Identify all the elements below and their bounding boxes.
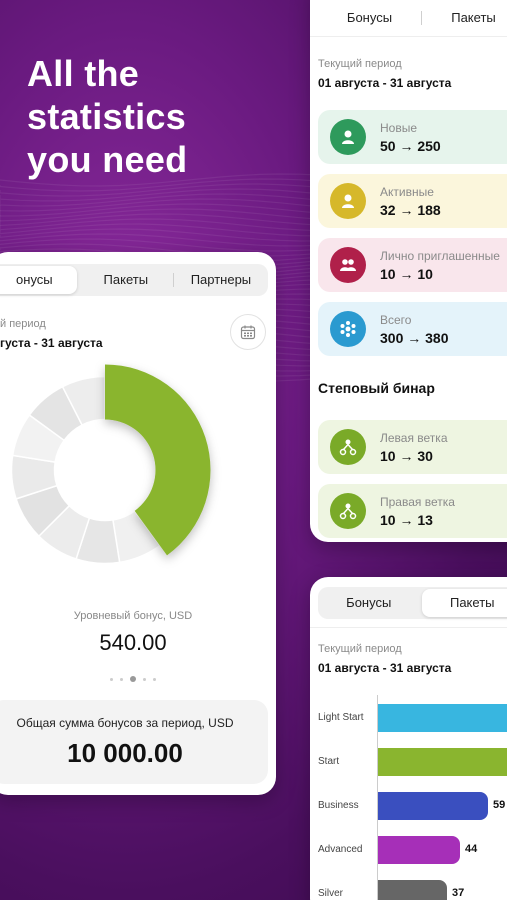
- page-dot[interactable]: [153, 677, 156, 681]
- tree-icon: [339, 438, 357, 456]
- bar-value-label: 37: [452, 887, 465, 899]
- bar-value-label: 59: [493, 799, 506, 811]
- tabs-right-bottom: Бонусы Пакеты: [318, 587, 507, 619]
- stat-text: Левая ветка 10 → 30: [380, 431, 448, 464]
- stat-label: Правая ветка: [380, 494, 455, 509]
- bar-value-label: 44: [465, 843, 478, 855]
- donut-card: онусы Пакеты Партнеры й период густа - 3…: [0, 252, 276, 795]
- tree-icon: [339, 502, 357, 520]
- tab-bonuses[interactable]: Бонусы: [318, 4, 421, 32]
- calendar-button[interactable]: [230, 314, 266, 350]
- bar[interactable]: [378, 704, 507, 732]
- period-value: густа - 31 августа: [0, 336, 103, 350]
- bar-label: Start: [318, 756, 340, 767]
- bar[interactable]: [378, 748, 507, 776]
- stat-label: Новые: [380, 120, 418, 135]
- person-icon: [339, 128, 357, 146]
- stat-label: Всего: [380, 312, 412, 327]
- divider: [310, 36, 507, 37]
- tab-packages[interactable]: Пакеты: [79, 266, 173, 294]
- network-icon-badge: [330, 311, 366, 347]
- person-icon-badge: [330, 119, 366, 155]
- headline-line-3: you need: [27, 139, 188, 180]
- stat-text: Активные 32 → 188: [380, 185, 441, 218]
- bar-label: Business: [318, 800, 359, 811]
- donut-value: 540.00: [99, 630, 167, 655]
- stat-value: 10 → 10: [380, 265, 433, 282]
- bar[interactable]: [378, 836, 460, 864]
- stats-card-right-top: Бонусы Пакеты Текущий период 01 августа …: [310, 0, 507, 542]
- page-dot[interactable]: [110, 677, 113, 681]
- stat-label: Активные: [380, 184, 434, 199]
- tabs-right-top: Бонусы Пакеты: [318, 2, 507, 34]
- section-title: Степовый бинар: [318, 380, 435, 396]
- tab-bonuses[interactable]: онусы: [0, 266, 77, 294]
- person-icon: [339, 192, 357, 210]
- tab-packages[interactable]: Пакеты: [422, 4, 507, 32]
- total-value: 10 000.00: [67, 738, 183, 768]
- bar[interactable]: [378, 880, 447, 900]
- tree-icon-badge: [330, 429, 366, 465]
- stat-label: Лично приглашенные: [380, 248, 500, 263]
- tab-packages[interactable]: Пакеты: [421, 589, 507, 617]
- bar-label: Light Start: [318, 712, 364, 723]
- network-icon: [339, 320, 357, 338]
- group-icon-badge: [330, 247, 366, 283]
- stat-value: 10 → 13: [380, 511, 433, 528]
- period-label: й период: [0, 318, 46, 330]
- tabs-left: онусы Пакеты Партнеры: [0, 264, 268, 296]
- tab-partners[interactable]: Партнеры: [174, 266, 268, 294]
- period-label: Текущий период: [318, 643, 402, 655]
- headline-line-1: All the: [27, 53, 140, 94]
- stat-item: Левая ветка 10 → 30: [318, 420, 507, 474]
- stat-value: 50 → 250: [380, 137, 441, 154]
- stat-value: 10 → 30: [380, 447, 433, 464]
- period-value: 01 августа - 31 августа: [318, 76, 452, 90]
- stat-text: Всего 300 → 380: [380, 313, 449, 346]
- divider: [310, 627, 507, 628]
- stat-item: Правая ветка 10 → 13: [318, 484, 507, 538]
- page-dot[interactable]: [143, 677, 146, 681]
- tree-icon-badge: [330, 493, 366, 529]
- stat-item: Активные 32 → 188: [318, 174, 507, 228]
- stat-value: 32 → 188: [380, 201, 441, 218]
- stat-text: Правая ветка 10 → 13: [380, 495, 455, 528]
- donut-chart: [10, 364, 211, 565]
- headline-line-2: statistics: [27, 96, 187, 137]
- page-dot-active[interactable]: [130, 676, 136, 682]
- stat-item: Лично приглашенные 10 → 10: [318, 238, 507, 292]
- period-label: Текущий период: [318, 58, 402, 70]
- stat-text: Новые 50 → 250: [380, 121, 441, 154]
- bar[interactable]: [378, 792, 488, 820]
- tab-bonuses[interactable]: Бонусы: [318, 589, 420, 617]
- stat-item: Новые 50 → 250: [318, 110, 507, 164]
- page-dot[interactable]: [120, 677, 123, 681]
- donut-caption: Уровневый бонус, USD: [73, 610, 193, 622]
- bar-label: Silver: [318, 888, 344, 899]
- stat-item: Всего 300 → 380: [318, 302, 507, 356]
- group-icon: [339, 256, 357, 274]
- bar-label: Advanced: [318, 844, 363, 855]
- stat-label: Левая ветка: [380, 430, 448, 445]
- stat-text: Лично приглашенные 10 → 10: [380, 249, 500, 282]
- person-icon-badge: [330, 183, 366, 219]
- headline: All the statistics you need: [27, 52, 187, 181]
- calendar-icon: [240, 325, 256, 340]
- pagination-dots: [0, 676, 276, 682]
- total-box: Общая сумма бонусов за период, USD 10 00…: [0, 700, 268, 784]
- bar-card-right-bottom: Бонусы Пакеты Текущий период 01 августа …: [310, 577, 507, 900]
- period-value: 01 августа - 31 августа: [318, 661, 452, 675]
- stat-value: 300 → 380: [380, 329, 449, 346]
- total-label: Общая сумма бонусов за период, USD: [16, 716, 234, 730]
